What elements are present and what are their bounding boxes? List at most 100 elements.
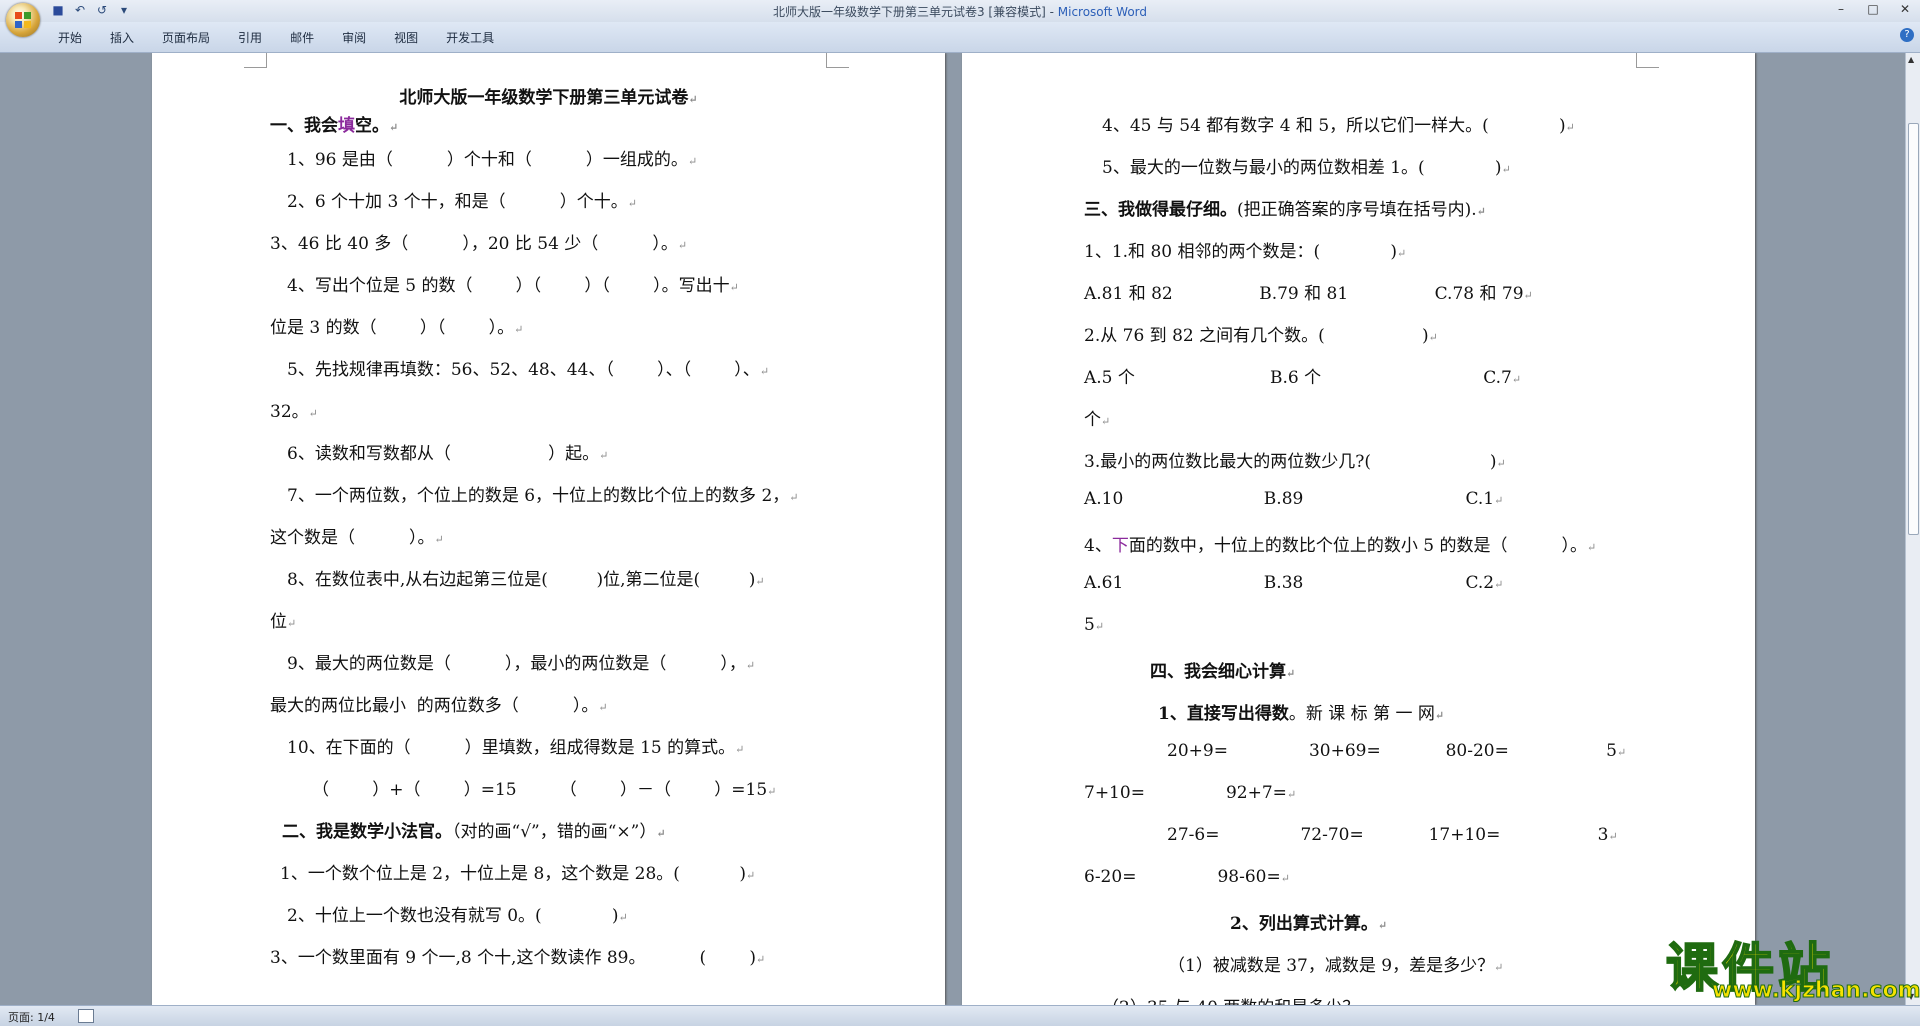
document-line[interactable]: 一、我会填空。↵ xyxy=(270,111,398,136)
minimize-icon[interactable]: – xyxy=(1832,2,1850,16)
document-line[interactable]: A.5 个 B.6 个 C.7↵ xyxy=(1084,363,1521,388)
line-text: （ ）+（ ）=15 （ ）－（ ）=15 xyxy=(312,780,768,800)
line-text: 7+10= 92+7= xyxy=(1084,783,1287,803)
paragraph-mark: ↵ xyxy=(514,323,524,336)
document-line[interactable]: 最大的两位比最小 的两位数多（ ）。↵ xyxy=(270,691,608,716)
paragraph-mark: ↵ xyxy=(308,407,318,420)
paragraph-mark: ↵ xyxy=(434,533,444,546)
document-line[interactable]: 3、46 比 40 多（ ），20 比 54 少（ ）。↵ xyxy=(270,229,687,254)
document-line[interactable]: 5↵ xyxy=(1084,615,1104,635)
paragraph-mark: ↵ xyxy=(599,449,609,462)
document-line[interactable]: 1、直接写出得数。新 课 标 第 一 网↵ xyxy=(1158,699,1444,724)
document-line[interactable]: 3、一个数里面有 9 个一,8 个十,这个数读作 89。 ( )↵ xyxy=(270,943,765,968)
document-line[interactable]: 9、最大的两位数是（ ），最小的两位数是（ ），↵ xyxy=(287,649,755,674)
paragraph-mark: ↵ xyxy=(1501,163,1511,176)
document-line[interactable]: 3.最小的两位数比最大的两位数少几?( )↵ xyxy=(1084,447,1506,472)
document-line[interactable]: 7+10= 92+7=↵ xyxy=(1084,783,1296,803)
scroll-up-icon[interactable]: ▲ xyxy=(1908,55,1914,64)
document-line[interactable]: 1、1.和 80 相邻的两个数是：( )↵ xyxy=(1084,237,1406,262)
document-line[interactable]: 位↵ xyxy=(270,607,296,632)
paragraph-mark: ↵ xyxy=(598,701,608,714)
document-line[interactable]: 4、写出个位是 5 的数（ ）（ ）（ ）。写出十↵ xyxy=(287,271,739,296)
paragraph-mark: ↵ xyxy=(618,911,628,924)
document-line[interactable]: 2、6 个十加 3 个十，和是（ ）个十。↵ xyxy=(287,187,637,212)
line-text: 10、在下面的（ ）里填数，组成得数是 15 的算式。 xyxy=(287,738,736,758)
line-text: 位 xyxy=(270,612,287,632)
line-text: 。新 课 标 第 一 网 xyxy=(1288,704,1435,724)
document-line[interactable]: （1）被减数是 37，减数是 9，差是多少？↵ xyxy=(1168,951,1503,976)
line-text: 2、列出算式计算。 xyxy=(1230,914,1378,934)
document-line[interactable]: 4、45 与 54 都有数字 4 和 5，所以它们一样大。( )↵ xyxy=(1102,111,1575,136)
page-count[interactable]: 页面: 1/4 xyxy=(8,1009,55,1025)
document-line[interactable]: （ ）+（ ）=15 （ ）－（ ）=15↵ xyxy=(312,775,776,800)
line-text: 一、我会 xyxy=(270,116,338,136)
paragraph-mark: ↵ xyxy=(767,785,777,798)
line-text: A.5 个 B.6 个 C.7 xyxy=(1084,368,1512,388)
document-line[interactable]: 6-20= 98-60=↵ xyxy=(1084,867,1290,887)
line-text: 空。 xyxy=(355,116,389,136)
line-text: 4、 xyxy=(1084,536,1112,556)
proofing-icon[interactable] xyxy=(78,1009,94,1023)
title-bar: ■ ↶ ↺ ▾ 北师大版一年级数学下册第三单元试卷3 [兼容模式] - Micr… xyxy=(0,0,1920,22)
document-line[interactable]: 二、我是数学小法官。（对的画“√”，错的画“×”）↵ xyxy=(282,817,666,842)
ribbon-tab[interactable]: 视图 xyxy=(394,29,418,46)
paragraph-mark: ↵ xyxy=(656,827,666,840)
line-text: 1、一个数个位上是 2，十位上是 8，这个数是 28。( ) xyxy=(280,864,746,884)
line-text: 2、十位上一个数也没有就写 0。( ) xyxy=(287,906,619,926)
ribbon-tab[interactable]: 审阅 xyxy=(342,29,366,46)
vertical-scrollbar[interactable]: ▲ ▼ xyxy=(1905,53,1920,1005)
document-line[interactable]: A.81 和 82 B.79 和 81 C.78 和 79↵ xyxy=(1084,279,1533,304)
document-line[interactable]: （2）35 与 40 两数的和是多少？↵ xyxy=(1102,993,1369,1005)
ribbon-tab[interactable]: 引用 xyxy=(238,29,262,46)
ribbon-tab[interactable]: 开发工具 xyxy=(446,29,494,46)
app-name: Microsoft Word xyxy=(1057,5,1148,19)
document-line[interactable]: 10、在下面的（ ）里填数，组成得数是 15 的算式。↵ xyxy=(287,733,744,758)
margin-mark xyxy=(826,53,849,68)
paragraph-mark: ↵ xyxy=(745,659,756,672)
ribbon-tab[interactable]: 插入 xyxy=(110,29,134,46)
document-line[interactable]: 27-6= 72-70= 17+10= 3↵ xyxy=(1167,825,1618,845)
paragraph-mark: ↵ xyxy=(677,239,688,252)
line-text: 个 xyxy=(1084,410,1101,430)
document-line[interactable]: 四、我会细心计算↵ xyxy=(1150,657,1295,682)
line-text: 5、最大的一位数与最小的两位数相差 1。( ) xyxy=(1102,158,1502,178)
document-line[interactable]: 2、十位上一个数也没有就写 0。( )↵ xyxy=(287,901,628,926)
document-line[interactable]: 6、读数和写数都从（ ）起。↵ xyxy=(287,439,608,464)
document-line[interactable]: 8、在数位表中,从右边起第三位是( )位,第二位是( )↵ xyxy=(287,565,765,590)
document-line[interactable]: 这个数是（ ）。↵ xyxy=(270,523,444,548)
ribbon-tab[interactable]: 开始 xyxy=(58,29,82,46)
document-line[interactable]: 个↵ xyxy=(1084,405,1110,430)
document-line[interactable]: 三、我做得最仔细。(把正确答案的序号填在括号内).↵ xyxy=(1084,195,1486,220)
line-text: 8、在数位表中,从右边起第三位是( )位,第二位是( ) xyxy=(287,570,756,590)
paragraph-mark: ↵ xyxy=(1428,331,1438,344)
paragraph-mark: ↵ xyxy=(1101,415,1111,428)
document-line[interactable]: 4、下面的数中，十位上的数比个位上的数小 5 的数是（ ）。↵ xyxy=(1084,531,1596,556)
document-line[interactable]: 位是 3 的数（ ）（ ）。↵ xyxy=(270,313,523,338)
document-line[interactable]: 1、96 是由（ ）个十和（ ）一组成的。↵ xyxy=(287,145,697,170)
document-line[interactable]: A.10 B.89 C.1↵ xyxy=(1084,489,1503,509)
paragraph-mark: ↵ xyxy=(1476,205,1486,218)
watermark-url: www.kjzhan.com xyxy=(1712,978,1920,1004)
paragraph-mark: ↵ xyxy=(627,197,637,210)
document-line[interactable]: 2、列出算式计算。↵ xyxy=(1230,909,1387,934)
document-line[interactable]: 5、先找规律再填数：56、52、48、44、（ ）、（ ）、↵ xyxy=(287,355,769,380)
line-text: 6-20= 98-60= xyxy=(1084,867,1281,887)
line-text: 4、45 与 54 都有数字 4 和 5，所以它们一样大。( ) xyxy=(1102,116,1566,136)
line-text: （1）被减数是 37，减数是 9，差是多少？ xyxy=(1168,956,1495,976)
document-line[interactable]: 32。↵ xyxy=(270,397,318,422)
document-line[interactable]: A.61 B.38 C.2↵ xyxy=(1084,573,1503,593)
maximize-icon[interactable]: □ xyxy=(1864,2,1882,16)
document-line[interactable]: 5、最大的一位数与最小的两位数相差 1。( )↵ xyxy=(1102,153,1511,178)
ribbon-tab[interactable]: 页面布局 xyxy=(162,29,210,46)
office-button[interactable] xyxy=(6,3,40,37)
document-title: 北师大版一年级数学下册第三单元试卷3 [兼容模式] - xyxy=(772,5,1058,19)
document-line[interactable]: 2.从 76 到 82 之间有几个数。( )↵ xyxy=(1084,321,1438,346)
document-line[interactable]: 7、一个两位数，个位上的数是 6，十位上的数比个位上的数多 2，↵ xyxy=(287,481,798,506)
document-line[interactable]: 1、一个数个位上是 2，十位上是 8，这个数是 28。( )↵ xyxy=(280,859,755,884)
help-icon[interactable]: ? xyxy=(1900,28,1914,42)
scroll-thumb[interactable] xyxy=(1908,123,1919,535)
close-icon[interactable]: ✕ xyxy=(1896,2,1914,16)
ribbon-tab[interactable]: 邮件 xyxy=(290,29,314,46)
watermark-logo: 课件站 www.kjzhan.com xyxy=(1652,922,1920,1004)
document-line[interactable]: 20+9= 30+69= 80-20= 5↵ xyxy=(1167,741,1626,761)
